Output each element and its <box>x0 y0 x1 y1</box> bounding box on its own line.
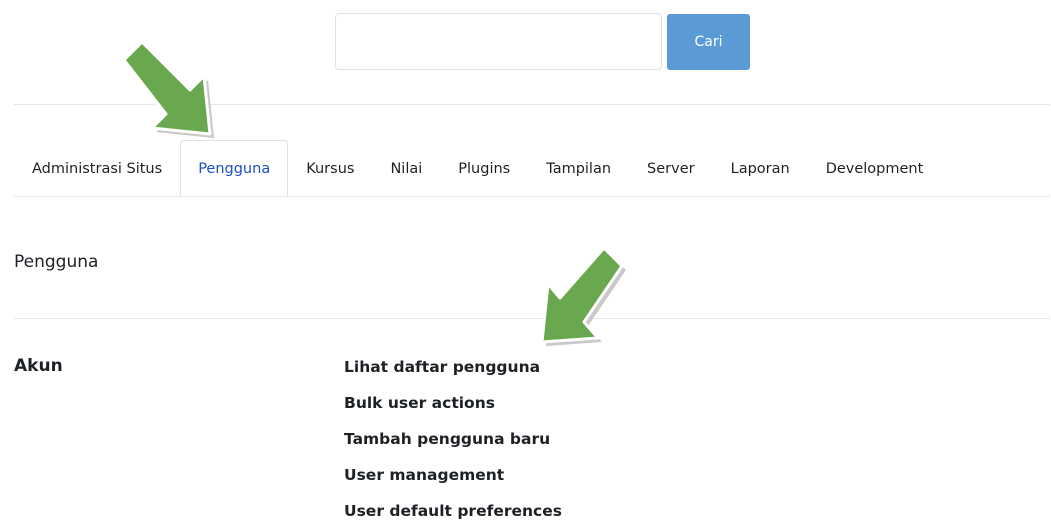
link-tambah-pengguna-baru[interactable]: Tambah pengguna baru <box>344 428 562 464</box>
link-bulk-user-actions[interactable]: Bulk user actions <box>344 392 562 428</box>
divider <box>14 196 1050 197</box>
page: Cari Administrasi Situs Pengguna Kursus … <box>0 0 1051 522</box>
account-links: Lihat daftar pengguna Bulk user actions … <box>344 356 562 522</box>
tab-server[interactable]: Server <box>629 140 713 197</box>
admin-tabs: Administrasi Situs Pengguna Kursus Nilai… <box>14 140 941 197</box>
link-user-management[interactable]: User management <box>344 464 562 500</box>
search-button[interactable]: Cari <box>667 14 750 70</box>
tab-development[interactable]: Development <box>808 140 942 197</box>
link-user-default-preferences[interactable]: User default preferences <box>344 500 562 522</box>
tab-plugins[interactable]: Plugins <box>440 140 528 197</box>
arrow-annotation-icon <box>540 246 626 346</box>
divider <box>14 318 1050 319</box>
category-title: Akun <box>14 356 63 376</box>
tab-laporan[interactable]: Laporan <box>713 140 808 197</box>
tab-pengguna[interactable]: Pengguna <box>180 140 289 197</box>
tab-tampilan[interactable]: Tampilan <box>528 140 629 197</box>
tab-nilai[interactable]: Nilai <box>372 140 440 197</box>
page-title: Pengguna <box>14 252 99 272</box>
link-lihat-daftar-pengguna[interactable]: Lihat daftar pengguna <box>344 356 562 392</box>
tab-administrasi-situs[interactable]: Administrasi Situs <box>14 140 180 197</box>
tab-kursus[interactable]: Kursus <box>288 140 372 197</box>
search-input[interactable] <box>335 13 662 70</box>
arrow-annotation-icon <box>122 40 214 138</box>
